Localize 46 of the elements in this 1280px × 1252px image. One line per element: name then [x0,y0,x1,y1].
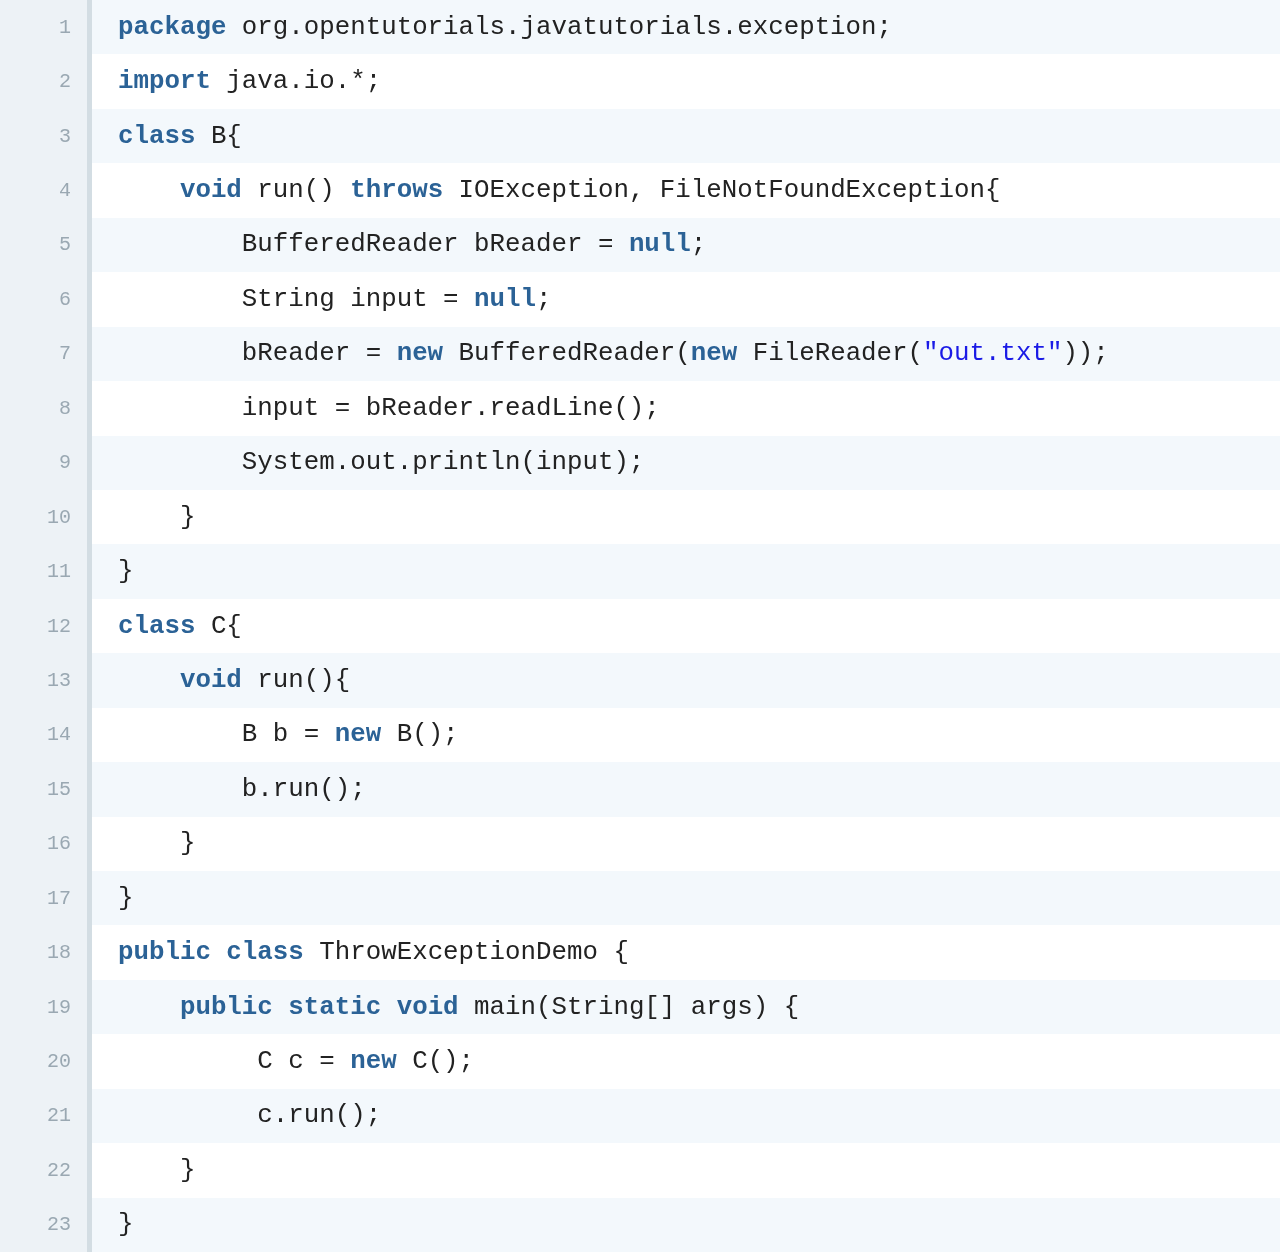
line-number: 23 [47,1213,72,1237]
code-line: } [118,883,134,913]
code-line: BufferedReader bReader = null; [240,230,707,260]
code-line: B b = new B(); [240,720,459,750]
code-line: void run(){ [178,665,351,695]
line-number: 6 [59,287,72,311]
line-number: 12 [47,614,72,638]
line-number: 17 [47,886,72,910]
code-line: } [178,502,196,532]
line-number: 20 [47,1050,72,1074]
line-number: 13 [47,668,72,692]
line-number: 21 [47,1104,72,1128]
line-number: 14 [47,723,72,747]
code-line: System.out.println(input); [240,448,645,478]
line-number: 9 [59,451,72,475]
code-line: class C{ [118,611,242,641]
code-line: public class ThrowExceptionDemo { [118,938,629,968]
line-number: 22 [47,1158,72,1182]
line-number: 3 [59,124,72,148]
line-number: 8 [59,396,72,420]
code-line: class B{ [118,121,242,151]
code-line: public static void main(String[] args) { [178,992,800,1022]
code-line: input = bReader.readLine(); [240,393,660,423]
code-line: import java.io.*; [118,67,382,97]
line-number: 2 [59,70,72,94]
line-number: 16 [47,832,72,856]
line-number: 10 [47,505,72,529]
line-number: 11 [47,560,72,584]
code-line: c.run(); [256,1101,382,1131]
code-line: } [118,1210,134,1240]
line-number: 5 [59,233,72,257]
line-number: 18 [47,941,72,965]
code-line: package org.opentutorials.javatutorials.exception; [118,12,893,42]
line-number: 1 [59,15,72,39]
code-line: void run() throws IOException, FileNotFoundException{ [178,176,1001,206]
code-line: } [118,557,134,587]
line-number: 19 [47,995,72,1019]
code-line: C c = new C(); [256,1047,475,1077]
code-line: } [178,1155,196,1185]
code-line: String input = null; [240,284,552,314]
line-number: 15 [47,777,72,801]
line-number: 4 [59,179,72,203]
code-line: } [178,829,196,859]
code-line: b.run(); [240,774,366,804]
line-number: 7 [59,342,72,366]
code-line: bReader = new BufferedReader(new FileReader("out.txt")); [240,339,1109,369]
